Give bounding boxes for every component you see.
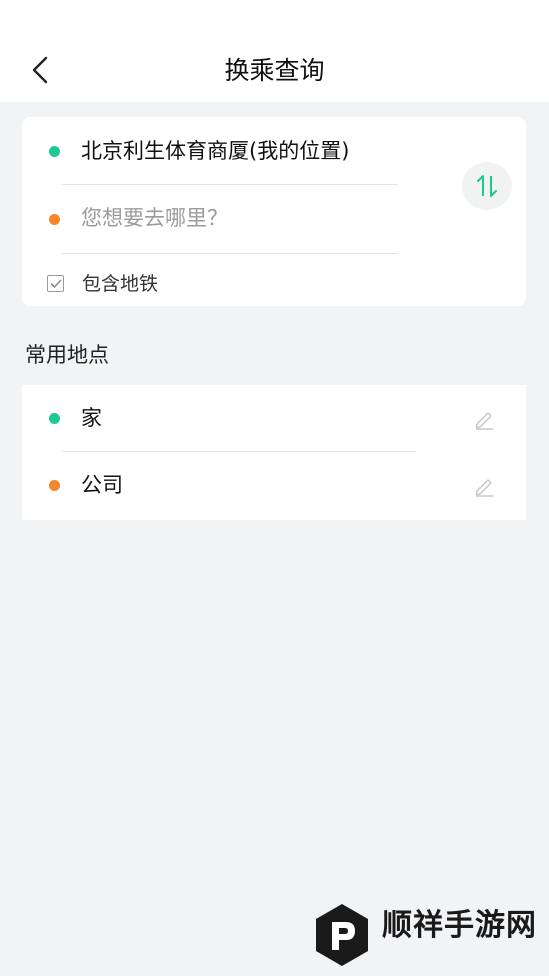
origin-field[interactable]: 北京利生体育商厦(我的位置) (81, 136, 349, 166)
common-places-card: 家 公司 (22, 385, 526, 520)
watermark: 顺祥手游网 (312, 900, 542, 970)
divider (62, 253, 398, 254)
include-subway-label[interactable]: 包含地铁 (82, 270, 158, 298)
place-item-company[interactable]: 公司 (22, 452, 526, 520)
destination-input[interactable]: 您想要去哪里？ (81, 203, 228, 233)
check-icon (50, 279, 61, 288)
home-dot-icon (49, 413, 60, 424)
include-subway-checkbox[interactable] (47, 275, 64, 292)
company-dot-icon (49, 480, 60, 491)
pencil-icon (475, 479, 493, 497)
route-card: 北京利生体育商厦(我的位置) 您想要去哪里？ 包含地铁 (22, 117, 526, 306)
edit-home-button[interactable] (471, 406, 497, 432)
swap-vertical-icon (477, 175, 497, 197)
header-bar: 换乘查询 (0, 0, 549, 102)
divider (62, 184, 398, 185)
place-item-home[interactable]: 家 (22, 385, 526, 452)
pencil-icon (475, 412, 493, 430)
watermark-text: 顺祥手游网 (382, 908, 537, 943)
common-places-title: 常用地点 (25, 343, 109, 367)
page-title: 换乘查询 (224, 56, 325, 85)
place-label: 公司 (81, 473, 123, 497)
destination-dot-icon (49, 214, 60, 225)
place-label: 家 (81, 406, 102, 430)
edit-company-button[interactable] (471, 473, 497, 499)
swap-button[interactable] (462, 162, 512, 210)
origin-dot-icon (49, 146, 60, 157)
p-logo-icon (316, 904, 368, 966)
